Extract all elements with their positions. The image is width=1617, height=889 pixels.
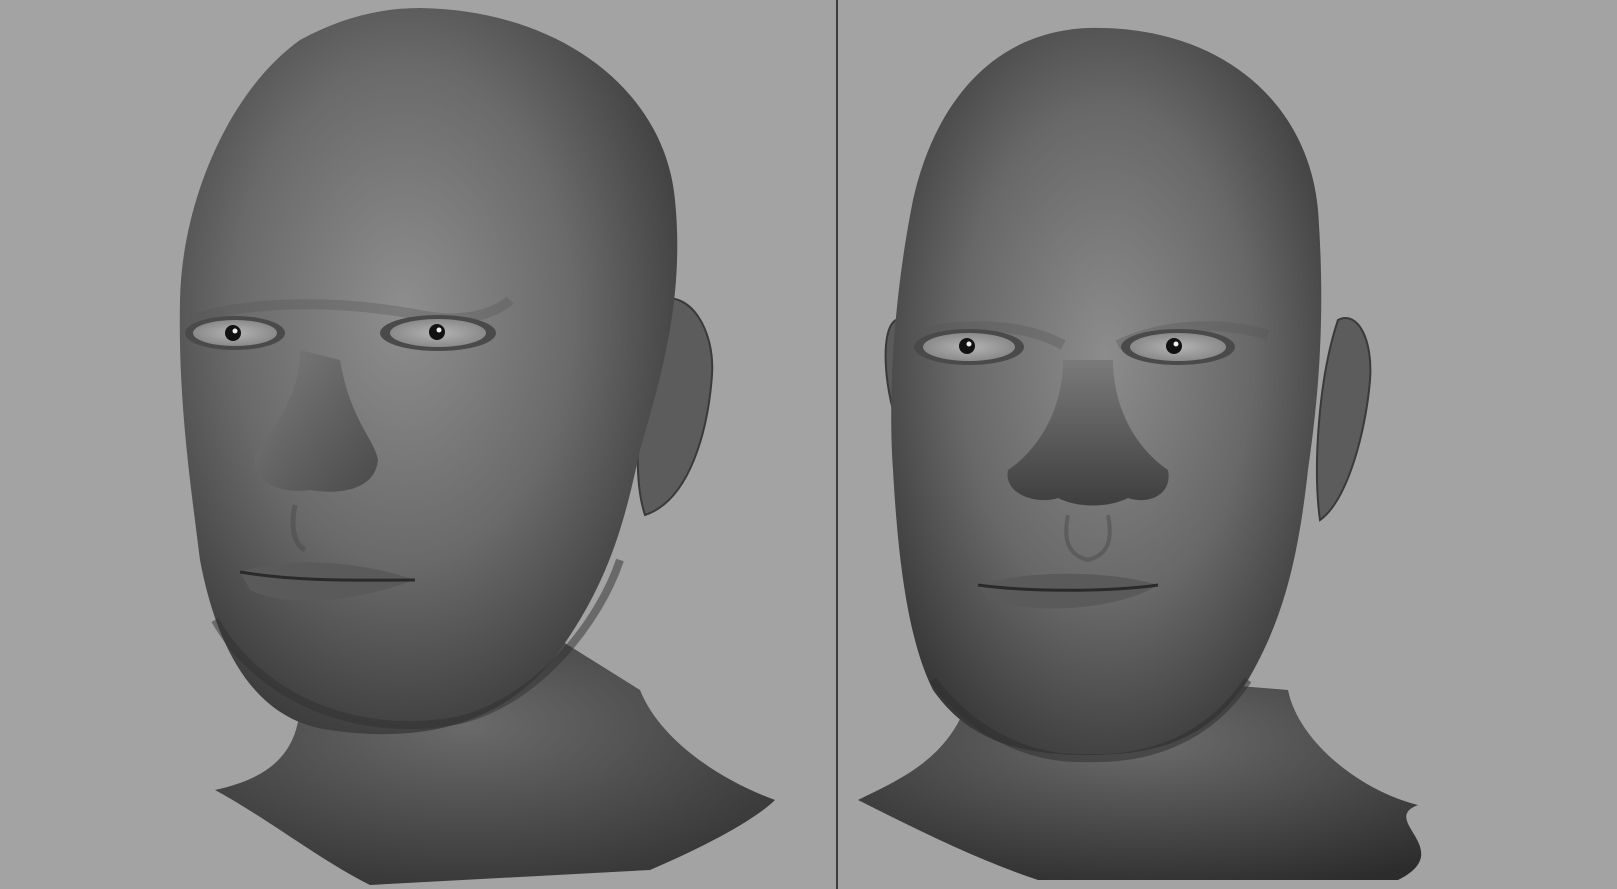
viewport-perspective[interactable] [0, 0, 836, 889]
right-eye [380, 315, 496, 351]
right-ear-shape [1316, 317, 1372, 522]
head-shape [179, 8, 678, 735]
left-eye [185, 316, 285, 350]
head-model-three-quarter[interactable] [0, 0, 836, 889]
viewport-front[interactable] [838, 0, 1617, 889]
right-eye [1121, 329, 1235, 365]
head-model-front[interactable] [838, 0, 1617, 889]
left-eye [914, 329, 1024, 365]
viewport-layout [0, 0, 1617, 889]
